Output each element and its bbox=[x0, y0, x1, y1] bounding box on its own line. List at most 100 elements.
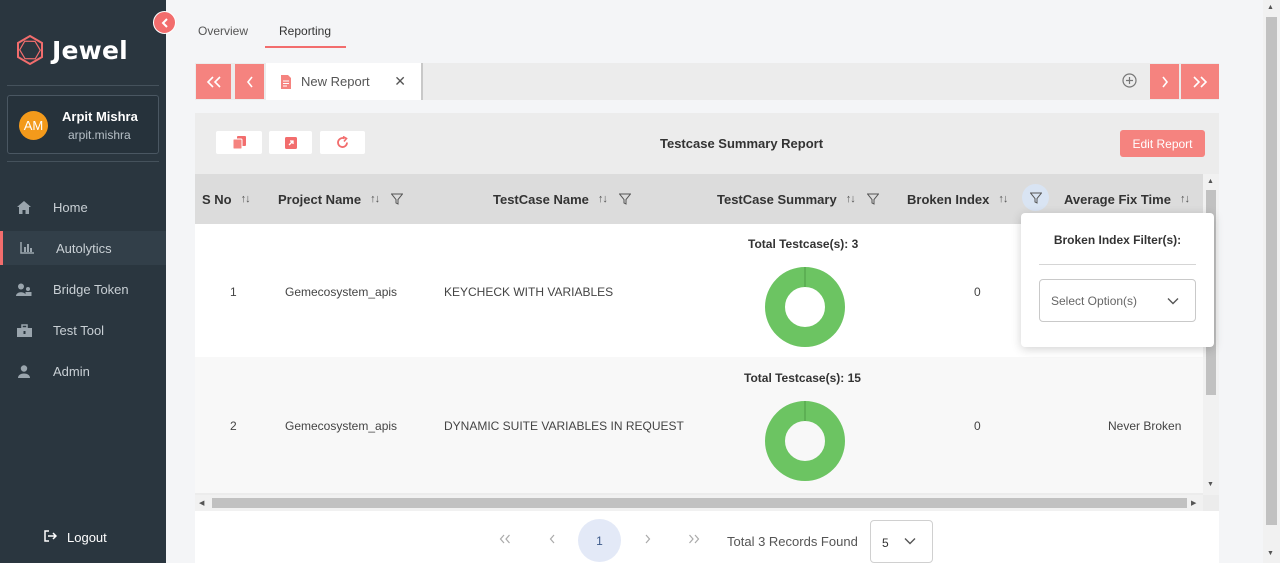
next-page-button[interactable] bbox=[644, 532, 651, 547]
home-icon bbox=[16, 199, 32, 215]
user-name: Arpit Mishra bbox=[62, 109, 138, 124]
double-chevron-right-icon bbox=[689, 534, 700, 544]
user-card[interactable]: AM Arpit Mishra arpit.mishra bbox=[7, 95, 159, 154]
page-scroll-up-icon[interactable]: ▲ bbox=[1267, 4, 1274, 11]
tab-overview[interactable]: Overview bbox=[198, 24, 248, 38]
current-page-button[interactable]: 1 bbox=[578, 519, 621, 562]
column-header-project-name[interactable]: Project Name ↑↓ bbox=[278, 174, 404, 224]
broken-index-filter-popup: Broken Index Filter(s): Select Option(s) bbox=[1021, 213, 1214, 347]
first-tab-button[interactable] bbox=[196, 64, 231, 99]
column-header-testcase-summary[interactable]: TestCase Summary ↑↓ bbox=[717, 174, 879, 224]
document-icon bbox=[281, 74, 291, 89]
close-icon[interactable]: ✕ bbox=[394, 73, 406, 90]
sidebar: Jewel AM Arpit Mishra arpit.mishra Home … bbox=[0, 0, 166, 563]
refresh-icon bbox=[337, 136, 348, 148]
page-size-select[interactable]: 5 bbox=[870, 520, 933, 563]
filter-icon[interactable] bbox=[866, 193, 879, 205]
double-chevron-left-icon bbox=[499, 534, 510, 544]
sort-icon[interactable]: ↑↓ bbox=[598, 193, 608, 205]
sort-icon[interactable]: ↑↓ bbox=[1180, 193, 1190, 205]
avatar: AM bbox=[19, 111, 48, 140]
sidebar-item-bridge-token[interactable]: Bridge Token bbox=[0, 272, 166, 306]
chevron-right-icon bbox=[1161, 76, 1168, 87]
refresh-button[interactable] bbox=[320, 131, 365, 154]
scroll-up-icon[interactable]: ▲ bbox=[1207, 178, 1214, 185]
double-chevron-left-icon bbox=[206, 75, 221, 88]
copy-button[interactable] bbox=[216, 131, 262, 154]
column-header-label: Project Name bbox=[278, 191, 362, 207]
sidebar-item-label: Admin bbox=[53, 363, 90, 379]
report-tab-new-report[interactable]: New Report ✕ bbox=[266, 63, 423, 100]
summary-donut-chart[interactable] bbox=[764, 400, 846, 482]
chart-icon bbox=[19, 240, 35, 256]
expand-icon bbox=[284, 136, 297, 149]
chevron-down-icon bbox=[904, 538, 916, 545]
column-header-sno[interactable]: S No ↑↓ bbox=[202, 174, 251, 224]
chevron-left-icon bbox=[549, 534, 555, 544]
sidebar-item-autolytics[interactable]: Autolytics bbox=[0, 231, 166, 265]
page-size-value: 5 bbox=[882, 536, 889, 550]
summary-total-label: Total Testcase(s): 15 bbox=[744, 371, 861, 385]
scroll-right-icon[interactable]: ▶ bbox=[1191, 499, 1196, 507]
filter-select-placeholder: Select Option(s) bbox=[1051, 294, 1138, 308]
table-row: 2 Gemecosystem_apis DYNAMIC SUITE VARIAB… bbox=[195, 357, 1203, 493]
collapse-sidebar-button[interactable] bbox=[153, 11, 176, 34]
double-chevron-right-icon bbox=[1193, 75, 1208, 88]
pagination-bar bbox=[195, 511, 1219, 563]
tab-reporting[interactable]: Reporting bbox=[279, 24, 331, 38]
app-logo[interactable]: Jewel bbox=[14, 34, 128, 66]
last-tab-button[interactable] bbox=[1181, 64, 1219, 99]
sidebar-item-admin[interactable]: Admin bbox=[0, 354, 166, 388]
cell-sno: 1 bbox=[230, 285, 237, 299]
sidebar-item-test-tool[interactable]: Test Tool bbox=[0, 313, 166, 347]
sidebar-divider bbox=[7, 161, 159, 162]
filter-icon[interactable] bbox=[391, 193, 404, 205]
scroll-left-icon[interactable]: ◀ bbox=[199, 499, 204, 507]
logout-button[interactable]: Logout bbox=[44, 530, 107, 545]
user-icon bbox=[16, 363, 32, 379]
next-tab-button[interactable] bbox=[1150, 64, 1179, 99]
logout-icon bbox=[44, 530, 58, 545]
first-page-button[interactable] bbox=[499, 532, 511, 547]
column-header-label: TestCase Name bbox=[493, 191, 589, 207]
cell-project-name: Gemecosystem_apis bbox=[285, 419, 398, 433]
expand-button[interactable] bbox=[269, 131, 312, 154]
edit-report-button[interactable]: Edit Report bbox=[1120, 130, 1205, 157]
column-header-label: S No bbox=[202, 191, 232, 207]
filter-icon[interactable] bbox=[618, 193, 631, 205]
summary-donut-chart[interactable] bbox=[764, 266, 846, 348]
sort-icon[interactable]: ↑↓ bbox=[370, 193, 380, 205]
page-scroll-thumb[interactable] bbox=[1266, 17, 1277, 525]
add-tab-icon[interactable] bbox=[1122, 73, 1137, 88]
page-scroll-down-icon[interactable]: ▼ bbox=[1267, 550, 1274, 557]
cell-broken-index: 0 bbox=[974, 419, 981, 433]
broken-index-filter-button[interactable] bbox=[1022, 184, 1049, 211]
scroll-down-icon[interactable]: ▼ bbox=[1207, 481, 1214, 488]
column-header-label: Broken Index bbox=[907, 191, 990, 207]
app-name: Jewel bbox=[52, 35, 128, 65]
logout-label: Logout bbox=[67, 530, 107, 545]
filter-popup-divider bbox=[1039, 264, 1196, 265]
report-tab-label: New Report bbox=[301, 74, 370, 89]
users-icon bbox=[16, 281, 32, 297]
table-horizontal-scroll-thumb[interactable] bbox=[212, 498, 1187, 508]
records-count: Total 3 Records Found bbox=[727, 534, 858, 549]
sort-icon[interactable]: ↑↓ bbox=[846, 193, 856, 205]
last-page-button[interactable] bbox=[688, 532, 700, 547]
cell-testcase-name: KEYCHECK WITH VARIABLES bbox=[444, 285, 614, 299]
column-header-testcase-name[interactable]: TestCase Name ↑↓ bbox=[493, 174, 631, 224]
filter-icon bbox=[1029, 192, 1042, 204]
filter-option-select[interactable]: Select Option(s) bbox=[1039, 279, 1196, 322]
toolbox-icon bbox=[16, 322, 32, 338]
chevron-down-icon bbox=[1167, 298, 1179, 305]
sort-icon[interactable]: ↑↓ bbox=[241, 193, 251, 205]
prev-page-button[interactable] bbox=[549, 532, 556, 547]
prev-tab-button[interactable] bbox=[235, 64, 264, 99]
sidebar-item-home[interactable]: Home bbox=[0, 190, 166, 224]
cell-project-name: Gemecosystem_apis bbox=[285, 285, 398, 299]
column-header-broken-index[interactable]: Broken Index ↑↓ bbox=[907, 174, 1008, 224]
sort-icon[interactable]: ↑↓ bbox=[998, 193, 1008, 205]
chevron-left-icon bbox=[246, 76, 253, 87]
column-header-label: Average Fix Time bbox=[1064, 191, 1171, 207]
cell-average-fix-time: Never Broken bbox=[1108, 419, 1182, 433]
